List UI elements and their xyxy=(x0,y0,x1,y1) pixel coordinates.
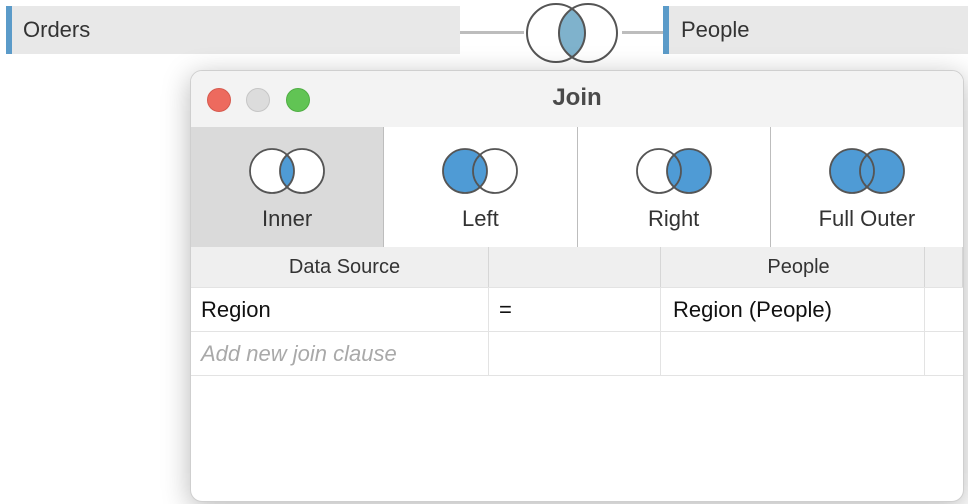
empty-cell xyxy=(925,332,963,375)
operator-column-header xyxy=(489,247,661,287)
operator-cell[interactable]: = xyxy=(489,288,661,331)
left-field-cell[interactable]: Region xyxy=(191,288,489,331)
grid-header-row: Data Source People xyxy=(191,247,963,288)
left-join-icon xyxy=(442,148,519,194)
join-type-right[interactable]: Right xyxy=(577,127,771,247)
join-clause-grid: Data Source People Region = Region (Peop… xyxy=(191,247,963,376)
people-table-pill[interactable]: People xyxy=(663,6,968,54)
data-source-column-header[interactable]: Data Source xyxy=(191,247,489,287)
dialog-titlebar: Join xyxy=(191,71,963,128)
inner-join-icon xyxy=(249,148,326,194)
join-type-label: Full Outer xyxy=(818,206,916,231)
people-table-label: People xyxy=(681,17,750,42)
join-type-inner[interactable]: Inner xyxy=(191,127,385,247)
empty-cell xyxy=(661,332,925,375)
join-type-selector: Inner Left Right Full Outer xyxy=(191,127,963,248)
right-join-icon xyxy=(635,148,712,194)
full-outer-join-icon xyxy=(828,148,905,194)
join-clause-row[interactable]: Region = Region (People) xyxy=(191,288,963,332)
add-join-clause-row[interactable]: Add new join clause xyxy=(191,332,963,376)
people-column-header[interactable]: People xyxy=(661,247,925,287)
join-type-label: Left xyxy=(462,206,499,231)
orders-table-pill[interactable]: Orders xyxy=(6,6,460,54)
join-type-full-outer[interactable]: Full Outer xyxy=(770,127,963,247)
orders-table-label: Orders xyxy=(23,17,91,42)
empty-cell xyxy=(925,288,963,331)
extra-column-header xyxy=(925,247,963,287)
empty-cell xyxy=(489,332,661,375)
join-connector-left xyxy=(460,31,524,34)
join-type-left[interactable]: Left xyxy=(384,127,578,247)
dialog-title: Join xyxy=(552,84,602,111)
join-connector-right xyxy=(622,31,664,34)
join-dialog: Join Inner Left Right Full Outer Data So… xyxy=(190,70,964,502)
add-join-clause-placeholder[interactable]: Add new join clause xyxy=(191,332,489,375)
right-field-cell[interactable]: Region (People) xyxy=(661,288,925,331)
inner-join-venn-icon[interactable] xyxy=(522,2,624,64)
join-type-label: Right xyxy=(647,206,700,231)
join-type-label: Inner xyxy=(262,206,313,231)
